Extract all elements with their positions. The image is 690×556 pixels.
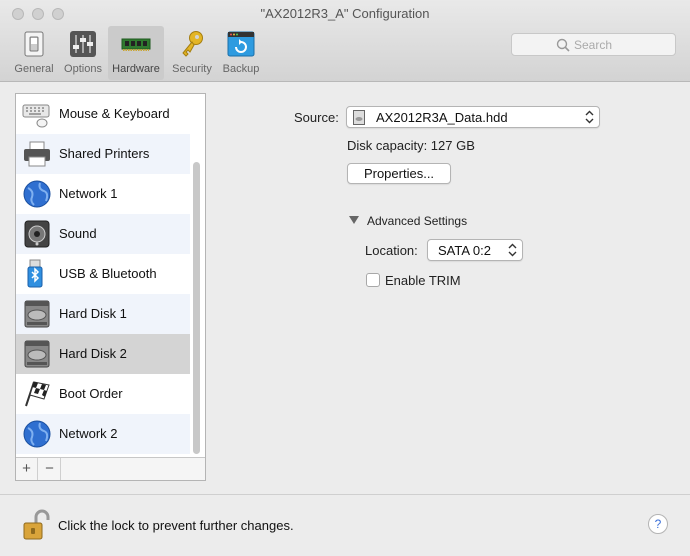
search-field[interactable]: Search xyxy=(511,33,676,56)
device-item-hard-disk-1[interactable]: Hard Disk 1 xyxy=(16,294,190,334)
device-label: Hard Disk 1 xyxy=(59,306,127,321)
device-item-network-2[interactable]: Network 2 xyxy=(16,414,190,454)
backup-icon xyxy=(227,31,255,57)
toolbar-options[interactable]: Options xyxy=(55,26,111,80)
hard-disk-icon xyxy=(24,340,50,368)
device-item-usb-bluetooth[interactable]: USB & Bluetooth xyxy=(16,254,190,294)
toolbar-label: Hardware xyxy=(112,63,160,75)
toolbar-backup[interactable]: Backup xyxy=(213,26,269,80)
device-item-hard-disk-2[interactable]: Hard Disk 2 xyxy=(16,334,190,374)
switch-icon xyxy=(24,31,44,57)
printer-icon xyxy=(24,141,50,167)
device-item-mouse-keyboard[interactable]: Mouse & Keyboard xyxy=(16,94,190,134)
search-icon xyxy=(556,38,570,52)
location-popup[interactable]: SATA 0:2 xyxy=(427,239,523,261)
bottom-bar: Click the lock to prevent further change… xyxy=(0,494,690,556)
disk-file-icon xyxy=(353,110,365,125)
usb-bluetooth-icon xyxy=(27,259,43,288)
window-title: "AX2012R3_A" Configuration xyxy=(260,6,430,21)
toolbar-label: Backup xyxy=(222,63,260,75)
disk-capacity: Disk capacity: 127 GB xyxy=(347,138,475,153)
source-popup[interactable]: AX2012R3A_Data.hdd xyxy=(346,106,600,128)
enable-trim-checkbox[interactable] xyxy=(366,273,380,287)
disclosure-triangle-icon[interactable] xyxy=(349,216,359,224)
popup-arrows-icon xyxy=(585,110,594,124)
search-placeholder: Search xyxy=(574,38,613,52)
toolbar-security[interactable]: Security xyxy=(164,26,220,80)
checkered-flag-icon xyxy=(25,381,50,407)
sliders-icon xyxy=(70,31,96,57)
memory-chip-icon xyxy=(121,38,151,51)
device-label: Sound xyxy=(59,226,97,241)
toolbar-general[interactable]: General xyxy=(6,26,62,80)
enable-trim-label: Enable TRIM xyxy=(385,273,461,288)
lock-icon[interactable] xyxy=(22,509,50,541)
device-list-scrollbar[interactable] xyxy=(193,162,200,454)
location-label: Location: xyxy=(365,243,418,258)
add-device-button[interactable]: + xyxy=(16,458,38,480)
globe-icon xyxy=(23,420,51,448)
device-item-sound[interactable]: Sound xyxy=(16,214,190,254)
location-value: SATA 0:2 xyxy=(438,243,491,258)
remove-device-button[interactable]: − xyxy=(39,458,61,480)
device-list-footer: + − xyxy=(16,457,205,480)
device-label: Hard Disk 2 xyxy=(59,346,127,361)
toolbar-label: Options xyxy=(64,63,102,75)
device-item-shared-printers[interactable]: Shared Printers xyxy=(16,134,190,174)
device-item-boot-order[interactable]: Boot Order xyxy=(16,374,190,414)
properties-button[interactable]: Properties... xyxy=(347,163,451,184)
device-label: Boot Order xyxy=(59,386,123,401)
background-window-edge xyxy=(0,118,5,134)
device-label: Shared Printers xyxy=(59,146,150,161)
key-icon xyxy=(182,31,203,57)
toolbar-label: Security xyxy=(172,63,212,75)
device-label: Mouse & Keyboard xyxy=(59,106,170,121)
device-item-network-1[interactable]: Network 1 xyxy=(16,174,190,214)
source-label: Source: xyxy=(294,110,339,125)
lock-message: Click the lock to prevent further change… xyxy=(58,518,294,533)
popup-arrows-icon xyxy=(508,243,517,257)
device-list[interactable]: Mouse & Keyboard Shared Printers Network… xyxy=(15,93,206,481)
help-button[interactable]: ? xyxy=(648,514,668,534)
toolbar-hardware[interactable]: Hardware xyxy=(108,26,164,80)
title-bar: "AX2012R3_A" Configuration General Optio… xyxy=(0,0,690,82)
advanced-settings-label[interactable]: Advanced Settings xyxy=(367,214,467,228)
speaker-icon xyxy=(24,220,50,248)
source-value: AX2012R3A_Data.hdd xyxy=(376,110,508,125)
device-label: USB & Bluetooth xyxy=(59,266,157,281)
device-label: Network 1 xyxy=(59,186,118,201)
hard-disk-icon xyxy=(24,300,50,328)
device-label: Network 2 xyxy=(59,426,118,441)
globe-icon xyxy=(23,180,51,208)
keyboard-icon xyxy=(22,104,50,128)
toolbar-label: General xyxy=(14,63,54,75)
